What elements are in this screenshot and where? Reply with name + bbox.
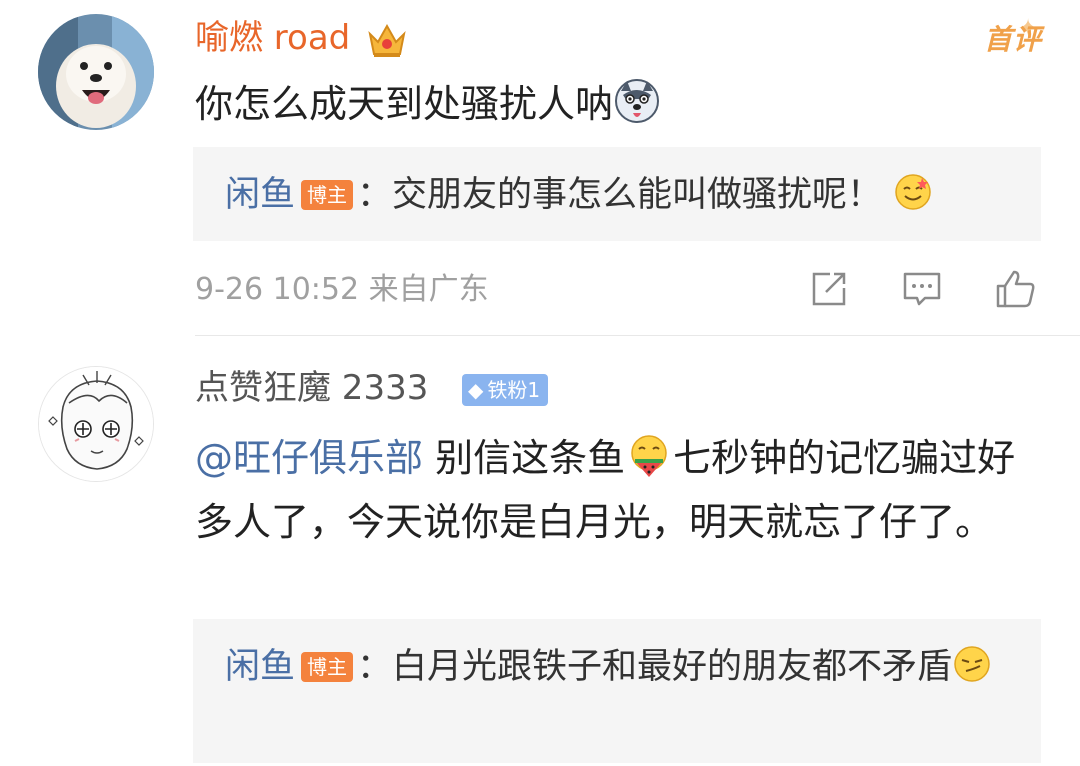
crown-icon <box>368 23 406 57</box>
comment-icon[interactable] <box>899 266 945 312</box>
reply-separator: ： <box>357 647 393 687</box>
diamond-icon: ◆ <box>468 378 484 402</box>
reply-text: 闲鱼 博主 ：白月光跟铁子和最好的朋友都不矛盾 <box>225 639 1015 695</box>
comment-text: @旺仔俱乐部 别信这条鱼 七秒钟的记忆骗过好多人了，今天说你是白月光，明天就忘了… <box>195 426 1045 554</box>
like-icon[interactable] <box>992 266 1038 312</box>
username[interactable]: 喻燃 road <box>195 16 350 60</box>
grin-emoji <box>895 174 931 210</box>
mention-link[interactable]: @旺仔俱乐部 <box>195 436 423 480</box>
fan-badge-label: 铁粉1 <box>487 378 541 402</box>
reply-text: 闲鱼 博主 ：交朋友的事怎么能叫做骚扰呢！ <box>225 167 1015 223</box>
fan-level-badge: ◆ 铁粉1 <box>462 374 549 406</box>
blogger-badge: 博主 <box>301 652 354 682</box>
reply-separator: ： <box>357 175 393 215</box>
comment-meta: 9-26 10:52 来自广东 <box>195 268 489 312</box>
comment-text: 你怎么成天到处骚扰人呐 <box>195 72 1045 136</box>
reply-content: 白月光跟铁子和最好的朋友都不矛盾 <box>392 647 953 687</box>
first-comment-badge: 首评 <box>983 23 1042 56</box>
comment-item: 点赞狂魔 2333 ◆ 铁粉1 @旺仔俱乐部 别信这条鱼 七秒钟的记忆骗过好多人了… <box>0 336 1080 766</box>
avatar[interactable] <box>38 14 154 130</box>
username[interactable]: 点赞狂魔 2333 <box>195 366 428 410</box>
reply-username[interactable]: 闲鱼 <box>225 175 295 215</box>
blogger-badge: 博主 <box>301 180 354 210</box>
avatar[interactable] <box>38 366 154 482</box>
smug-emoji <box>954 646 990 682</box>
reply-username[interactable]: 闲鱼 <box>225 647 295 687</box>
dog-face-emoji <box>615 79 660 123</box>
reply-content: 交朋友的事怎么能叫做骚扰呢！ <box>392 175 883 215</box>
watermelon-emoji <box>631 435 667 477</box>
comment-list: 喻燃 road ✦ 首评 你怎么成天到处骚扰人呐 闲鱼 博主 ：交朋友的事怎么能… <box>0 0 1080 766</box>
comment-item: 喻燃 road ✦ 首评 你怎么成天到处骚扰人呐 闲鱼 博主 ：交朋友的事怎么能… <box>0 0 1080 336</box>
comment-time: 9-26 10:52 <box>195 272 360 307</box>
blogger-reply[interactable]: 闲鱼 博主 ：交朋友的事怎么能叫做骚扰呢！ <box>193 147 1041 241</box>
share-icon[interactable] <box>806 266 852 312</box>
comment-location: 来自广东 <box>368 272 489 307</box>
blogger-reply[interactable]: 闲鱼 博主 ：白月光跟铁子和最好的朋友都不矛盾 <box>193 619 1041 763</box>
